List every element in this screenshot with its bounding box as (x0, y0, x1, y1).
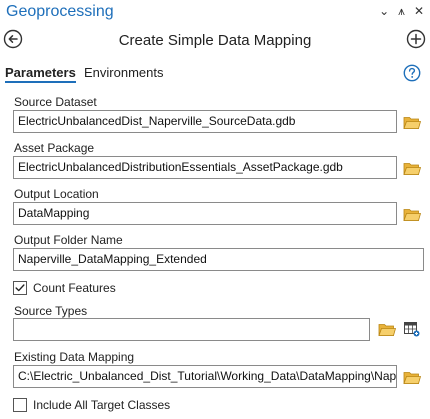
tab-strip: Parameters Environments (0, 62, 430, 86)
existing-data-mapping-label: Existing Data Mapping (14, 350, 135, 364)
count-features-label[interactable]: Count Features (33, 281, 116, 295)
include-all-target-classes-checkbox[interactable] (13, 398, 27, 412)
checkmark-icon (15, 284, 25, 292)
pin-icon[interactable]: ⩚ (398, 4, 405, 18)
source-dataset-folder-icon[interactable] (403, 115, 421, 130)
pane-options-dropdown-icon[interactable]: ⌄ (379, 4, 389, 18)
source-dataset-label: Source Dataset (14, 95, 97, 109)
asset-package-input[interactable]: ElectricUnbalancedDistributionEssentials… (13, 156, 397, 179)
tool-bar: Create Simple Data Mapping (0, 28, 430, 54)
output-folder-name-input[interactable]: Naperville_DataMapping_Extended (13, 248, 424, 271)
tool-title: Create Simple Data Mapping (118, 32, 312, 49)
pane-header: Geoprocessing ⌄ ⩚ ✕ (0, 0, 430, 26)
source-dataset-input[interactable]: ElectricUnbalancedDist_Naperville_Source… (13, 110, 397, 133)
close-icon[interactable]: ✕ (414, 4, 424, 18)
pane-controls: ⌄ ⩚ ✕ (379, 4, 424, 18)
output-folder-name-label: Output Folder Name (14, 233, 123, 247)
tab-environments[interactable]: Environments (84, 65, 163, 80)
table-options-icon[interactable] (404, 321, 420, 337)
help-icon[interactable] (403, 64, 421, 82)
source-types-input[interactable] (13, 318, 370, 341)
include-all-target-classes-label[interactable]: Include All Target Classes (33, 398, 170, 412)
existing-data-mapping-input[interactable]: C:\Electric_Unbalanced_Dist_Tutorial\Wor… (13, 365, 397, 388)
existing-data-mapping-folder-icon[interactable] (403, 370, 421, 385)
count-features-checkbox[interactable] (13, 281, 27, 295)
asset-package-folder-icon[interactable] (403, 161, 421, 176)
output-location-folder-icon[interactable] (403, 207, 421, 222)
output-location-input[interactable]: DataMapping (13, 202, 397, 225)
output-location-label: Output Location (14, 187, 99, 201)
source-types-label: Source Types (14, 304, 88, 318)
add-icon[interactable] (406, 29, 426, 49)
tab-parameters[interactable]: Parameters (5, 65, 76, 83)
pane-title: Geoprocessing (6, 3, 114, 20)
back-icon[interactable] (3, 29, 23, 49)
asset-package-label: Asset Package (14, 141, 95, 155)
source-types-folder-icon[interactable] (378, 322, 396, 337)
